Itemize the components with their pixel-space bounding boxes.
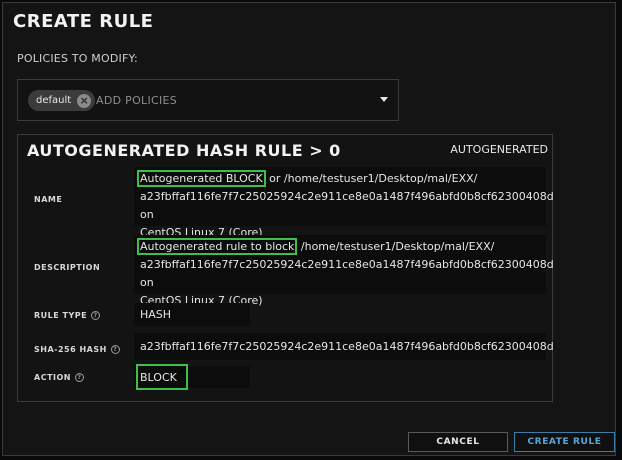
name-text-2: a23fbffaf116fe7f7c25025924c2e911ce8e0a14… [140, 190, 554, 221]
policies-label: POLICIES TO MODIFY: [17, 52, 138, 65]
autogenerated-badge: AUTOGENERATED [450, 143, 548, 156]
cancel-button[interactable]: CANCEL [408, 432, 508, 452]
rule-type-field[interactable]: HASH [134, 303, 250, 326]
name-text-1: or /home/testuser1/Desktop/mal/EXX/ [265, 172, 478, 185]
sha-label: SHA-256 HASH ? [34, 345, 120, 354]
policy-chip-default: default × [28, 90, 96, 111]
policies-select[interactable]: default × ADD POLICIES [17, 79, 399, 121]
rule-type-label: RULE TYPE ? [34, 311, 101, 320]
close-icon[interactable]: × [77, 93, 92, 108]
rule-title: AUTOGENERATED HASH RULE > 0 [27, 141, 341, 160]
help-icon[interactable]: ? [91, 311, 101, 320]
help-icon[interactable]: ? [75, 373, 84, 382]
create-rule-dialog: CREATE RULE POLICIES TO MODIFY: default … [2, 2, 616, 456]
description-label: DESCRIPTION [34, 263, 101, 272]
rule-panel: AUTOGENERATED HASH RULE > 0 AUTOGENERATE… [17, 134, 554, 402]
action-label: ACTION ? [34, 373, 84, 382]
help-icon[interactable]: ? [110, 345, 120, 354]
policy-chip-label: default [36, 95, 72, 106]
name-highlight: Autogenerated BLOCK [137, 170, 266, 187]
description-highlight: Autogenerated rule to block [137, 238, 298, 255]
sha-field[interactable]: a23fbffaf116fe7f7c25025924c2e911ce8e0a14… [134, 333, 554, 360]
chevron-down-icon[interactable] [380, 97, 388, 102]
add-policies-input[interactable]: ADD POLICIES [96, 94, 177, 107]
description-text-2: a23fbffaf116fe7f7c25025924c2e911ce8e0a14… [140, 258, 554, 289]
description-text-1: /home/testuser1/Desktop/mal/EXX/ [297, 240, 495, 253]
dialog-title: CREATE RULE [13, 11, 154, 32]
name-label: NAME [34, 195, 63, 204]
name-field[interactable]: Autogenerated BLOCK or /home/testuser1/D… [134, 167, 554, 239]
description-field[interactable]: Autogenerated rule to block /home/testus… [134, 235, 554, 307]
action-highlight [136, 364, 188, 390]
create-rule-button[interactable]: CREATE RULE [514, 432, 615, 452]
